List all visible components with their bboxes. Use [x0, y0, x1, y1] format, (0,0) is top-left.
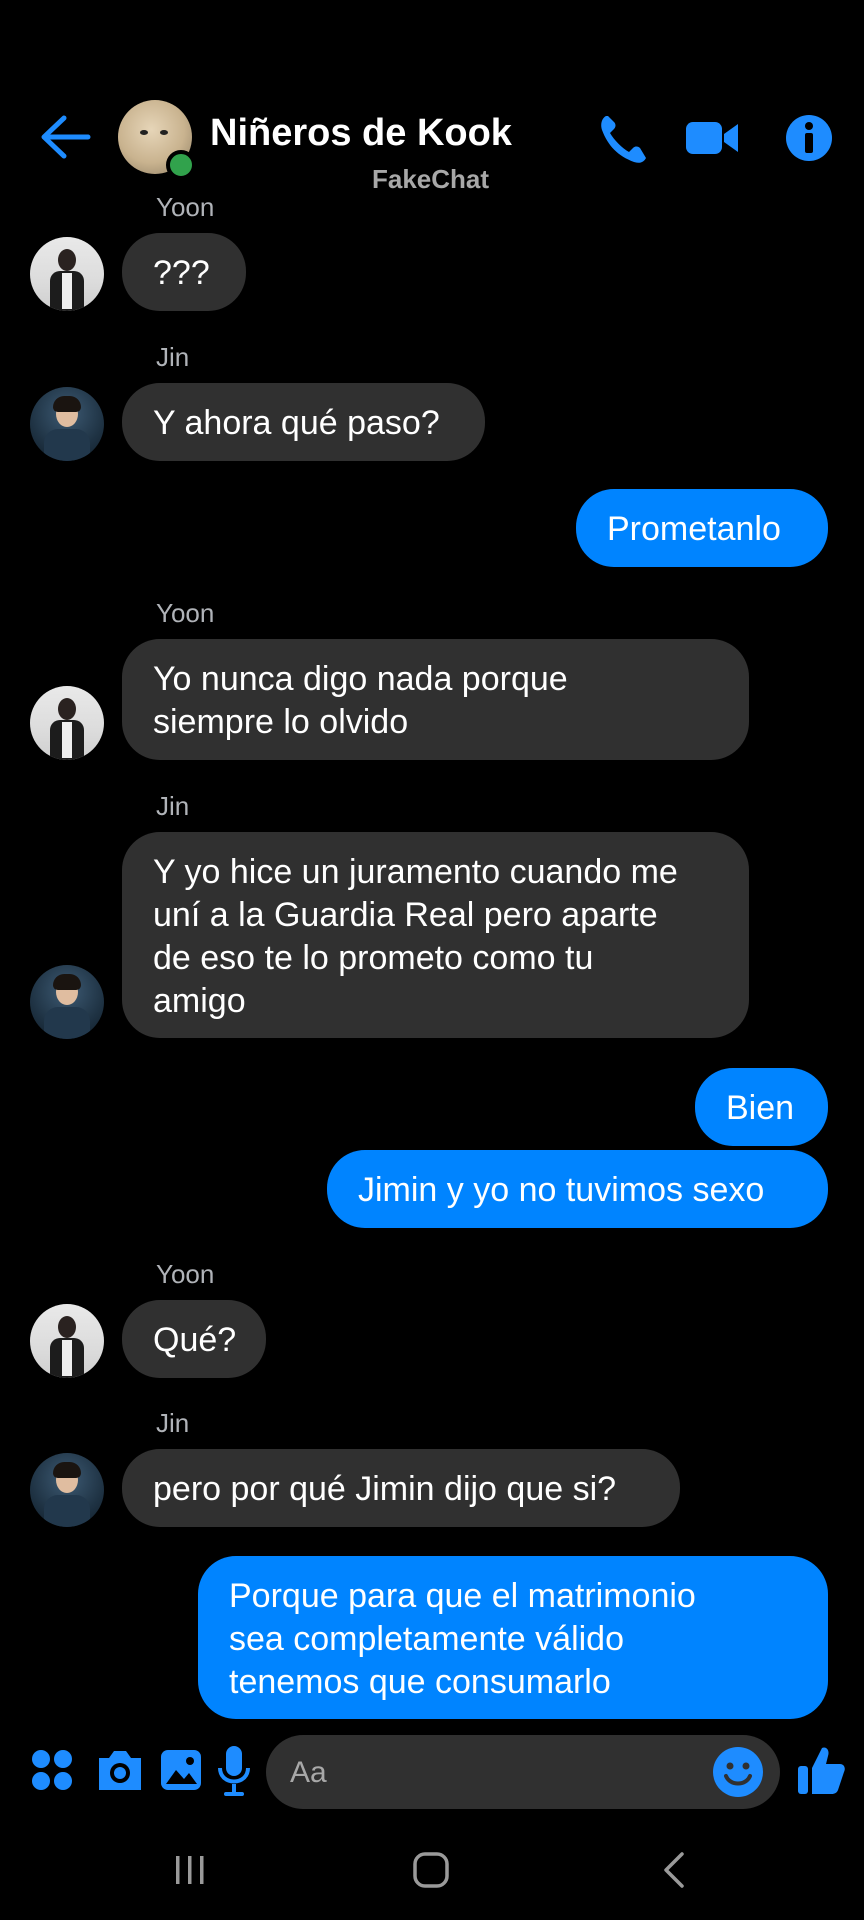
message-bubble-incoming[interactable]: Y ahora qué paso?: [122, 383, 485, 461]
online-status-dot: [166, 150, 196, 180]
back-arrow-icon[interactable]: [38, 112, 92, 162]
video-camera-icon[interactable]: [684, 110, 740, 166]
message-text: Jimin y yo no tuvimos sexo: [358, 1171, 765, 1209]
message-text: uní a la Guardia Real pero aparte: [153, 896, 658, 934]
sender-name: Yoon: [156, 192, 215, 222]
message-text: tenemos que consumarlo: [229, 1663, 611, 1701]
message-text: Y yo hice un juramento cuando me: [153, 853, 678, 891]
message-bubble-outgoing[interactable]: Porque para que el matrimonio sea comple…: [198, 1556, 828, 1719]
message-bubble-outgoing[interactable]: Jimin y yo no tuvimos sexo: [327, 1150, 828, 1228]
message-text: Bien: [726, 1089, 795, 1127]
sender-name: Jin: [156, 791, 190, 821]
message-bubble-outgoing[interactable]: Prometanlo: [576, 489, 828, 567]
sender-name: Yoon: [156, 598, 215, 628]
thumbs-up-icon[interactable]: [796, 1742, 846, 1798]
microphone-icon[interactable]: [216, 1742, 252, 1798]
message-bubble-incoming[interactable]: ???: [122, 233, 246, 311]
message-bubble-incoming[interactable]: Yo nunca digo nada porque siempre lo olv…: [122, 639, 749, 760]
sender-name: Yoon: [156, 1259, 215, 1289]
message-text: Prometanlo: [607, 510, 781, 548]
avatar[interactable]: [30, 686, 104, 760]
home-button[interactable]: [410, 1850, 452, 1890]
image-icon[interactable]: [158, 1742, 204, 1798]
message-bubble-incoming[interactable]: Y yo hice un juramento cuando me uní a l…: [122, 832, 749, 1038]
message-text: sea completamente válido: [229, 1620, 625, 1658]
message-text: de eso te lo prometo como tu: [153, 939, 594, 977]
avatar[interactable]: [30, 1453, 104, 1527]
message-text: Qué?: [153, 1321, 237, 1359]
info-icon[interactable]: [784, 110, 834, 166]
phone-icon[interactable]: [596, 110, 648, 166]
sender-name: Jin: [156, 342, 190, 372]
message-text: siempre lo olvido: [153, 703, 409, 741]
avatar[interactable]: [30, 237, 104, 311]
avatar[interactable]: [30, 965, 104, 1039]
message-bubble-incoming[interactable]: pero por qué Jimin dijo que si?: [122, 1449, 680, 1527]
message-text: Yo nunca digo nada porque: [153, 660, 568, 698]
message-text: pero por qué Jimin dijo que si?: [153, 1470, 617, 1508]
chat-title[interactable]: Niñeros de Kook: [210, 112, 512, 155]
message-text: ???: [153, 254, 210, 292]
message-text: amigo: [153, 982, 246, 1020]
apps-grid-icon[interactable]: [30, 1742, 74, 1798]
message-text: Porque para que el matrimonio: [229, 1577, 696, 1615]
camera-icon[interactable]: [95, 1742, 145, 1798]
message-bubble-outgoing[interactable]: Bien: [695, 1068, 828, 1146]
avatar[interactable]: [30, 1304, 104, 1378]
back-button[interactable]: [656, 1850, 692, 1890]
message-bubble-incoming[interactable]: Qué?: [122, 1300, 266, 1378]
watermark-label: FakeChat: [372, 164, 490, 194]
message-input[interactable]: [266, 1735, 780, 1809]
sender-name: Jin: [156, 1408, 190, 1438]
message-text: Y ahora qué paso?: [153, 404, 440, 442]
avatar[interactable]: [30, 387, 104, 461]
recent-apps-button[interactable]: [170, 1850, 210, 1890]
message-input-placeholder: Aa: [290, 1756, 327, 1789]
emoji-icon[interactable]: [712, 1746, 764, 1798]
